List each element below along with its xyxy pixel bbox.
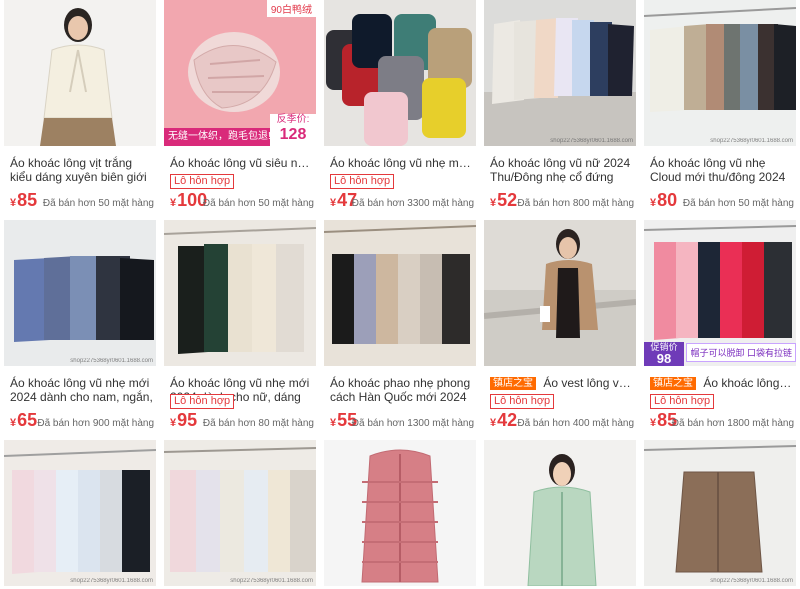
sold-count: Đã bán hơn 50 mặt hàng	[202, 198, 314, 209]
sold-count: Đã bán hơn 400 mặt hàng	[517, 418, 634, 429]
product-price: ¥80	[650, 190, 678, 210]
product-price: ¥65	[10, 410, 38, 430]
sale-price-badge: 促销价 98	[644, 342, 684, 366]
mixed-batch-tag: Lô hỗn hợp	[490, 394, 555, 409]
product-title[interactable]: Áo khoác lông vũ nữ 2024 Thu/Đông nhẹ cổ…	[490, 156, 634, 184]
product-image[interactable]: shop2275368yr0601.1688.com	[164, 440, 316, 586]
product-image[interactable]: shop2275368yr0601.1688.com	[644, 440, 796, 586]
product-image[interactable]	[324, 0, 476, 146]
feature-strip: 帽子可以脱卸 口袋有拉链	[686, 343, 796, 362]
mixed-batch-tag: Lô hỗn hợp	[650, 394, 715, 409]
product-image[interactable]: 90白鸭绒 无缝一体织，跑毛包退! 反季价: 128	[164, 0, 316, 146]
product-image[interactable]	[324, 440, 476, 586]
shop-watermark: shop2275368yr0601.1688.com	[70, 578, 153, 584]
shop-watermark: shop2275368yr0601.1688.com	[710, 138, 793, 144]
sold-count: Đã bán hơn 1800 mặt hàng	[671, 418, 794, 429]
product-title[interactable]: 镇店之宝 Áo khoác lông vũ nhẹ ...	[650, 376, 794, 390]
product-title[interactable]: Áo khoác lông vũ nhẹ mới 2024...	[330, 156, 474, 170]
mixed-batch-tag: Lô hỗn hợp	[170, 394, 235, 409]
product-image[interactable]: shop2275368yr0601.1688.com	[484, 0, 636, 146]
mixed-batch-tag: Lô hỗn hợp	[170, 174, 235, 189]
product-image[interactable]: shop2275368yr0601.1688.com	[4, 440, 156, 586]
sold-count: Đã bán hơn 900 mặt hàng	[37, 418, 154, 429]
product-image[interactable]	[4, 0, 156, 146]
product-title[interactable]: 镇店之宝 Áo vest lông vũ ngắn ...	[490, 376, 634, 390]
mixed-batch-tag: Lô hỗn hợp	[330, 174, 395, 189]
product-title[interactable]: Áo khoác lông vịt trắng kiểu dáng xuyên …	[10, 156, 154, 184]
product-image[interactable]	[484, 440, 636, 586]
product-image[interactable]	[164, 220, 316, 366]
shop-watermark: shop2275368yr0601.1688.com	[550, 138, 633, 144]
shop-watermark: shop2275368yr0601.1688.com	[70, 358, 153, 364]
product-image[interactable]: shop2275368yr0601.1688.com	[644, 0, 796, 146]
sold-count: Đã bán hơn 50 mặt hàng	[682, 198, 794, 209]
product-price: ¥52	[490, 190, 518, 210]
shop-treasure-badge: 镇店之宝	[490, 377, 536, 390]
off-season-price-box: 反季价: 128	[270, 114, 316, 146]
product-title[interactable]: Áo khoác phao nhẹ phong cách Hàn Quốc mớ…	[330, 376, 474, 404]
sold-count: Đã bán hơn 800 mặt hàng	[517, 198, 634, 209]
product-image[interactable]: 促销价 98 帽子可以脱卸 口袋有拉链	[644, 220, 796, 366]
product-price: ¥100	[170, 190, 208, 210]
product-image[interactable]	[324, 220, 476, 366]
shop-treasure-badge: 镇店之宝	[650, 377, 696, 390]
product-price: ¥42	[490, 410, 518, 430]
material-badge: 90白鸭绒	[266, 0, 316, 17]
product-image[interactable]	[484, 220, 636, 366]
product-title[interactable]: Áo khoác lông vũ nhẹ Cloud mới thu/đông …	[650, 156, 794, 184]
product-grid: Áo khoác lông vịt trắng kiểu dáng xuyên …	[0, 0, 800, 589]
product-image[interactable]: shop2275368yr0601.1688.com	[4, 220, 156, 366]
sold-count: Đã bán hơn 3300 mặt hàng	[351, 198, 474, 209]
sold-count: Đã bán hơn 1300 mặt hàng	[351, 418, 474, 429]
shop-watermark: shop2275368yr0601.1688.com	[710, 578, 793, 584]
product-title[interactable]: Áo khoác lông vũ siêu nhẹ không cổ...	[170, 156, 314, 170]
product-title[interactable]: Áo khoác lông vũ nhẹ mới 2024 dành cho n…	[10, 376, 154, 404]
product-price: ¥95	[170, 410, 198, 430]
sold-count: Đã bán hơn 80 mặt hàng	[202, 418, 314, 429]
sold-count: Đã bán hơn 50 mặt hàng	[42, 198, 154, 209]
shop-watermark: shop2275368yr0601.1688.com	[230, 578, 313, 584]
product-price: ¥85	[10, 190, 38, 210]
